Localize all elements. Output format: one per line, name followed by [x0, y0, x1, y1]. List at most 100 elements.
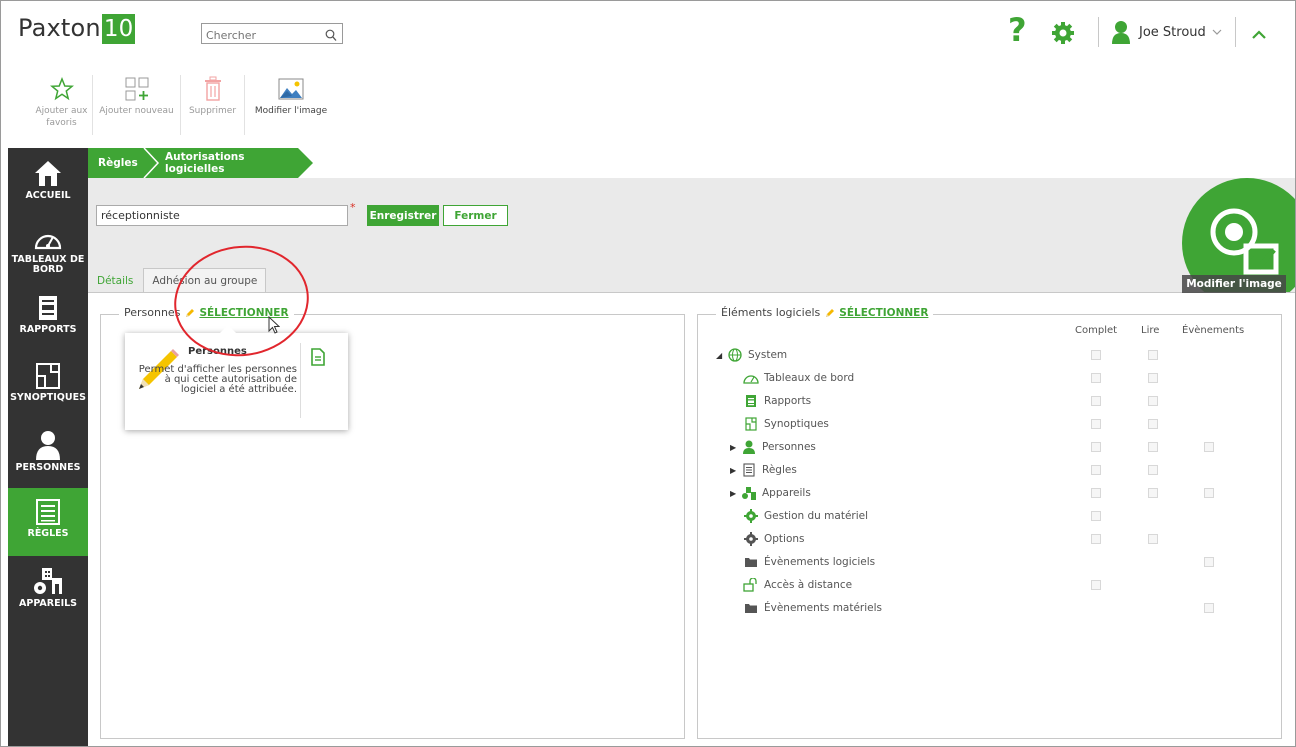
star-icon [49, 77, 74, 101]
sidebar-item-persons[interactable]: PERSONNES [8, 420, 88, 488]
checkbox-events[interactable] [1204, 557, 1214, 567]
breadcrumb-rules[interactable]: Règles [88, 148, 143, 178]
sidebar-item-devices[interactable]: APPAREILS [8, 556, 88, 624]
checkbox-read[interactable] [1148, 373, 1158, 383]
settings-gear-icon[interactable] [1051, 21, 1075, 49]
chevron-up-icon[interactable] [1251, 25, 1267, 44]
modify-image-overlay-button[interactable]: Modifier l'image [1182, 275, 1286, 293]
save-button[interactable]: Enregistrer [367, 205, 439, 226]
sidebar-item-synoptics[interactable]: SYNOPTIQUES [8, 352, 88, 420]
synoptics-icon [742, 417, 760, 431]
delete-button[interactable]: Supprimer [181, 75, 245, 135]
gear-icon [742, 509, 760, 523]
tree-label: Options [764, 533, 805, 545]
checkbox-complete[interactable] [1091, 488, 1101, 498]
sidebar-item-label: ACCUEIL [25, 190, 71, 201]
tree-row-software-events[interactable]: Évènements logiciels [742, 553, 875, 571]
tab-group-membership[interactable]: Adhésion au groupe [143, 268, 267, 292]
tree-row-hardware-management[interactable]: Gestion du matériel [742, 507, 868, 525]
checkbox-events[interactable] [1204, 442, 1214, 452]
add-new-button[interactable]: Ajouter nouveau [93, 75, 181, 135]
required-mark: * [350, 201, 356, 214]
rules-icon [36, 499, 60, 525]
checkbox-events[interactable] [1204, 603, 1214, 613]
expand-arrow-icon[interactable]: ▶ [730, 489, 740, 498]
dashboard-icon [742, 371, 760, 385]
sidebar-item-rules[interactable]: RÈGLES [8, 488, 88, 556]
software-elements-legend-title: Éléments logiciels [721, 306, 821, 319]
checkbox-read[interactable] [1148, 419, 1158, 429]
checkbox-read[interactable] [1148, 396, 1158, 406]
checkbox-read[interactable] [1148, 534, 1158, 544]
breadcrumb-current[interactable]: Autorisations logicielles [143, 148, 313, 178]
checkbox-complete[interactable] [1091, 442, 1101, 452]
tree-row-rules[interactable]: ▶ Règles [730, 461, 797, 479]
reports-icon [39, 296, 57, 320]
software-elements-select-link[interactable]: SÉLECTIONNER [839, 307, 928, 319]
checkbox-complete[interactable] [1091, 465, 1101, 475]
checkbox-complete[interactable] [1091, 534, 1101, 544]
checkbox-complete[interactable] [1091, 396, 1101, 406]
tree-row-remote-access[interactable]: Accès à distance [742, 576, 852, 594]
tree-row-synoptics[interactable]: Synoptiques [742, 415, 829, 433]
sidebar-item-label: RAPPORTS [19, 324, 77, 335]
modify-image-button[interactable]: Modifier l'image [245, 75, 337, 135]
sidebar-item-home[interactable]: ACCUEIL [8, 148, 88, 216]
breadcrumb-separator [143, 148, 160, 178]
tree-label: Personnes [762, 441, 816, 453]
document-icon[interactable] [310, 348, 326, 366]
tree-label: System [748, 349, 788, 361]
app-window: Paxton10 ? Joe Strou [0, 0, 1296, 747]
add-favorite-button[interactable]: Ajouter aux favoris [31, 75, 93, 135]
popup-divider [300, 343, 301, 418]
expand-arrow-icon[interactable]: ▶ [730, 443, 740, 452]
tree-row-hardware-events[interactable]: Évènements matériels [742, 599, 882, 617]
folder-icon [742, 601, 760, 615]
checkbox-complete[interactable] [1091, 350, 1101, 360]
header: Paxton10 ? Joe Strou [1, 1, 1295, 148]
name-field[interactable] [96, 205, 348, 226]
close-button[interactable]: Fermer [443, 205, 508, 226]
tree-row-devices[interactable]: ▶ Appareils [730, 484, 811, 502]
sidebar-item-label: SYNOPTIQUES [10, 392, 86, 403]
user-menu[interactable]: Joe Stroud [1111, 18, 1222, 46]
delete-label: Supprimer [188, 106, 237, 116]
tree-label: Accès à distance [764, 579, 853, 591]
tab-details[interactable]: Détails [93, 270, 137, 292]
tab-divider [88, 292, 1295, 293]
search-icon[interactable] [325, 27, 337, 46]
logo-text: Paxton [18, 14, 101, 42]
image-icon [278, 78, 304, 100]
options-gear-icon [742, 532, 760, 546]
tree-label: Tableaux de bord [764, 372, 855, 384]
tab-bar: Détails Adhésion au groupe [93, 268, 267, 292]
checkbox-read[interactable] [1148, 442, 1158, 452]
toolbar: Ajouter aux favoris Ajouter nouveau Supp… [31, 75, 337, 135]
sidebar-item-dashboards[interactable]: TABLEAUX DE BORD [8, 216, 88, 284]
help-icon[interactable]: ? [1008, 13, 1027, 47]
checkbox-complete[interactable] [1091, 419, 1101, 429]
tree-label: Appareils [762, 487, 811, 499]
checkbox-events[interactable] [1204, 488, 1214, 498]
search-input[interactable] [202, 26, 318, 45]
tree-row-system[interactable]: ◢ System [716, 346, 787, 364]
collapse-arrow-icon[interactable]: ◢ [716, 351, 726, 360]
checkbox-complete[interactable] [1091, 373, 1101, 383]
tree-row-persons[interactable]: ▶ Personnes [730, 438, 816, 456]
checkbox-complete[interactable] [1091, 580, 1101, 590]
checkbox-complete[interactable] [1091, 511, 1101, 521]
pencil-icon [826, 308, 835, 317]
modify-image-label: Modifier l'image [254, 106, 328, 116]
sidebar-item-reports[interactable]: RAPPORTS [8, 284, 88, 352]
tree-label: Évènements matériels [764, 602, 883, 614]
checkbox-read[interactable] [1148, 488, 1158, 498]
tree-row-dashboards[interactable]: Tableaux de bord [742, 369, 854, 387]
tree-row-reports[interactable]: Rapports [742, 392, 811, 410]
dashboard-icon [34, 234, 62, 250]
globe-icon [726, 348, 744, 362]
checkbox-read[interactable] [1148, 350, 1158, 360]
checkbox-read[interactable] [1148, 465, 1158, 475]
tree-row-options[interactable]: Options [742, 530, 805, 548]
remote-icon [742, 578, 760, 592]
expand-arrow-icon[interactable]: ▶ [730, 466, 740, 475]
